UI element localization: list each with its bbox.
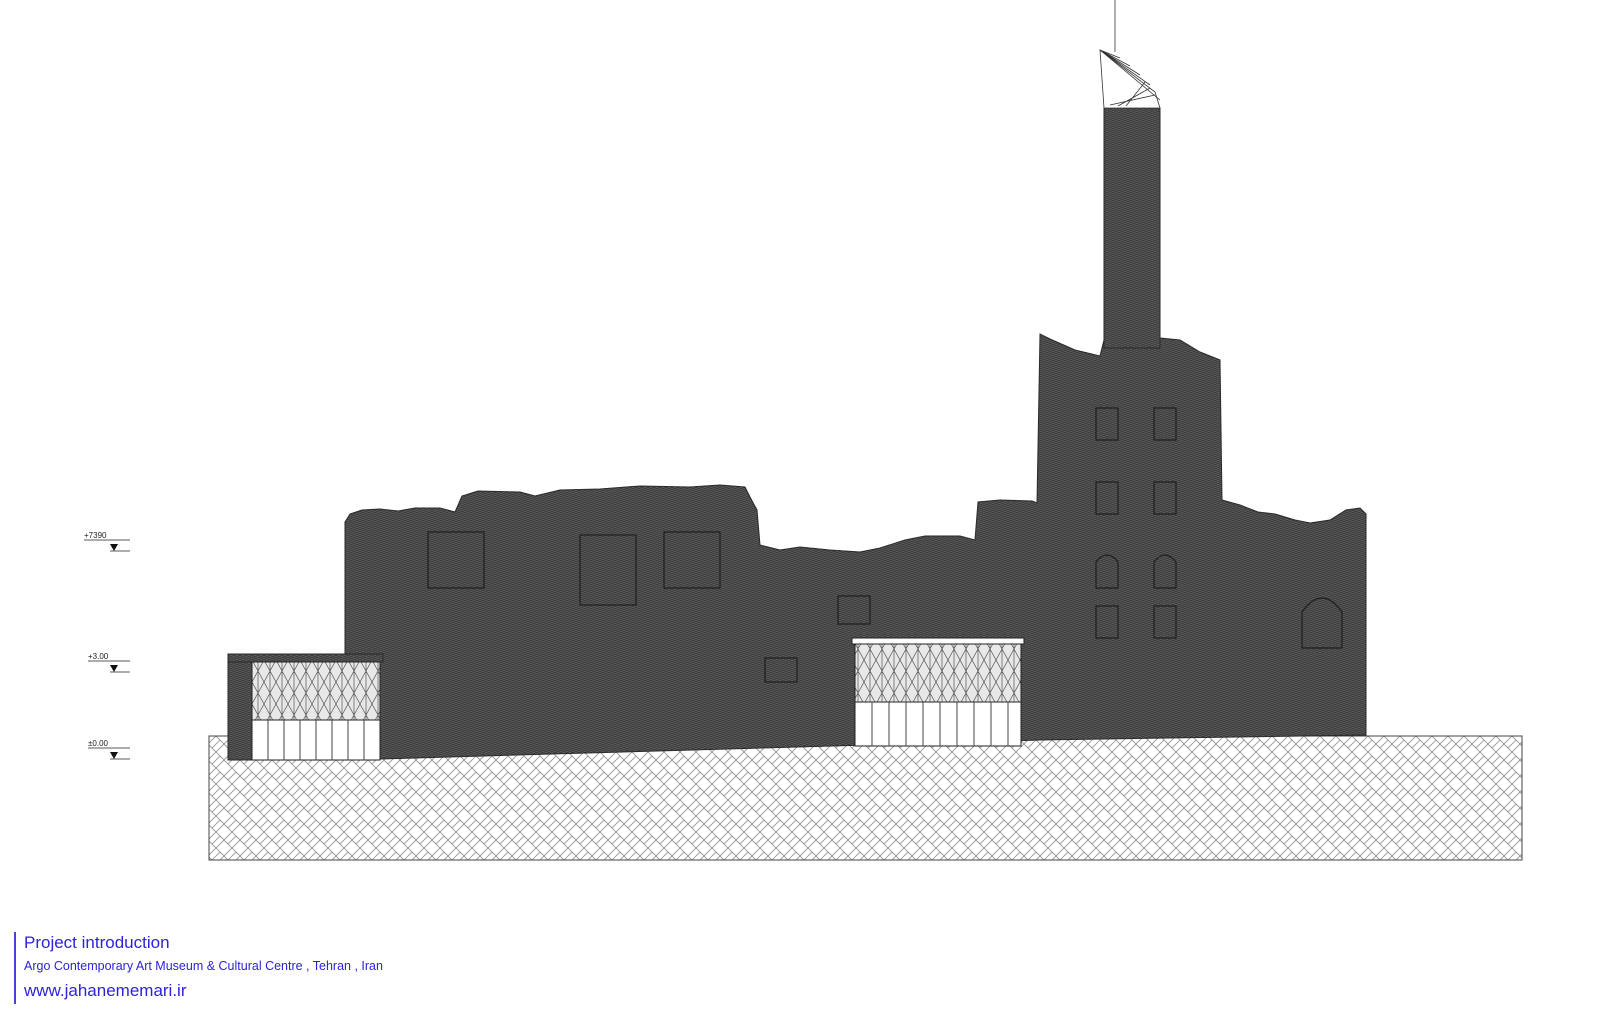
- caption-subtitle: Argo Contemporary Art Museum & Cultural …: [24, 959, 383, 973]
- caption-website: www.jahanememari.ir: [24, 981, 187, 1000]
- level-label: +7390: [84, 531, 107, 540]
- tower-finial: [1099, 0, 1161, 109]
- level-marker-mid: +3.00: [88, 652, 130, 673]
- level-label: +3.00: [88, 652, 109, 661]
- tower-shaft: [1103, 107, 1161, 349]
- caption-title: Project introduction: [24, 933, 170, 952]
- level-marker-top: +7390: [84, 531, 130, 552]
- left-annex-roof: [227, 653, 384, 663]
- left-glass-pavilion: [251, 661, 381, 761]
- level-marker-ground: ±0.00: [88, 739, 130, 760]
- project-caption: Project introduction Argo Contemporary A…: [14, 932, 383, 1004]
- level-label: ±0.00: [88, 739, 109, 748]
- center-glass-pavilion: [851, 637, 1025, 747]
- elevation-drawing: +7390 +3.00 ±0.00: [84, 0, 1523, 861]
